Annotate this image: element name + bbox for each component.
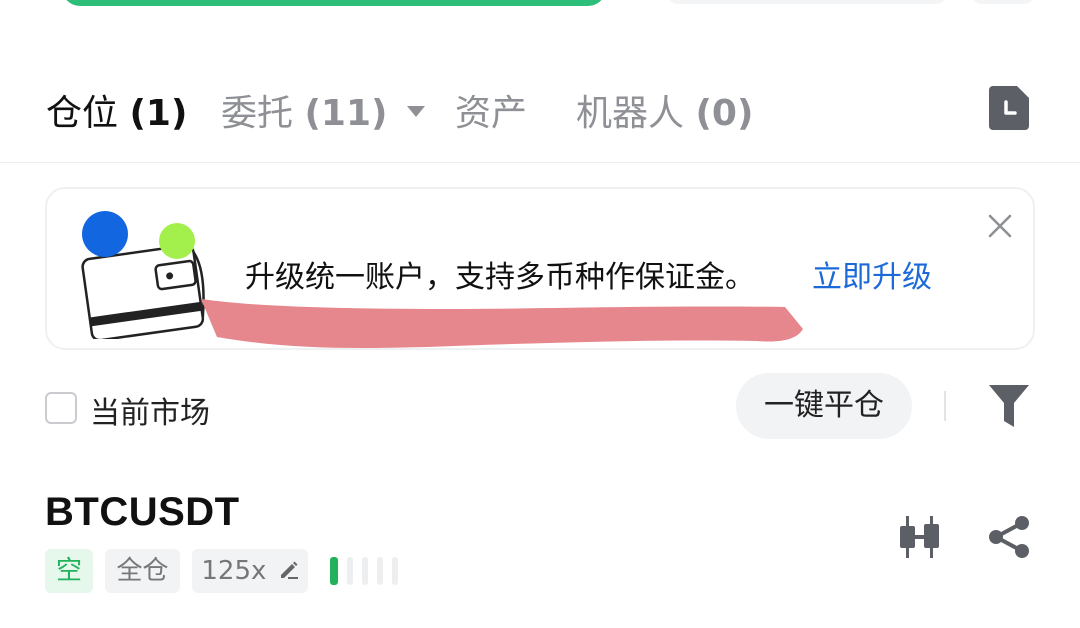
- leverage-badge[interactable]: 125x: [192, 549, 308, 593]
- current-market-label[interactable]: 当前市场: [90, 388, 210, 432]
- banner-message: 升级统一账户，支持多币种作保证金。: [245, 260, 755, 295]
- vertical-separator: [944, 391, 946, 421]
- tab-bots[interactable]: 机器人 (0): [576, 84, 753, 136]
- filter-icon[interactable]: [988, 383, 1030, 429]
- leverage-value: 125x: [201, 556, 267, 586]
- tab-assets-label: 资产: [455, 93, 528, 134]
- history-icon[interactable]: [989, 86, 1029, 130]
- close-icon[interactable]: [985, 211, 1015, 241]
- tab-positions-label: 仓位: [46, 93, 119, 134]
- tab-positions-count: (1): [129, 93, 188, 134]
- tab-orders[interactable]: 委托 (11): [221, 84, 425, 136]
- position-tabs: 仓位 (1) 委托 (11) 资产 机器人 (0): [0, 66, 1080, 150]
- close-all-button[interactable]: 一键平仓: [736, 373, 912, 439]
- tab-bots-count: (0): [695, 93, 754, 134]
- side-badge: 空: [45, 549, 93, 593]
- tab-positions[interactable]: 仓位 (1): [46, 84, 187, 136]
- tab-orders-label: 委托: [221, 93, 294, 134]
- top-action-button[interactable]: [62, 0, 606, 6]
- tab-orders-count: (11): [304, 93, 388, 134]
- candlestick-chart-icon[interactable]: [898, 514, 942, 560]
- top-input-field[interactable]: [668, 0, 946, 4]
- risk-bar: [377, 557, 383, 585]
- share-icon[interactable]: [986, 514, 1032, 560]
- tab-assets[interactable]: 资产: [455, 84, 527, 136]
- upgrade-now-link[interactable]: 立即升级: [812, 252, 932, 296]
- top-small-field[interactable]: [972, 0, 1034, 4]
- margin-mode-badge: 全仓: [105, 549, 180, 593]
- position-symbol[interactable]: BTCUSDT: [45, 490, 240, 535]
- upgrade-banner: 升级统一账户，支持多币种作保证金。 立即升级: [45, 187, 1035, 350]
- redaction-scribble: [201, 299, 803, 348]
- current-market-checkbox[interactable]: [45, 392, 77, 424]
- risk-bar: [330, 557, 338, 585]
- tabs-divider: [0, 162, 1080, 163]
- risk-level-indicator: [330, 557, 410, 585]
- caret-down-icon: [406, 105, 425, 117]
- tab-bots-label: 机器人: [576, 93, 685, 134]
- edit-icon[interactable]: [279, 560, 299, 580]
- risk-bar: [392, 557, 398, 585]
- risk-bar: [347, 557, 353, 585]
- risk-bar: [362, 557, 368, 585]
